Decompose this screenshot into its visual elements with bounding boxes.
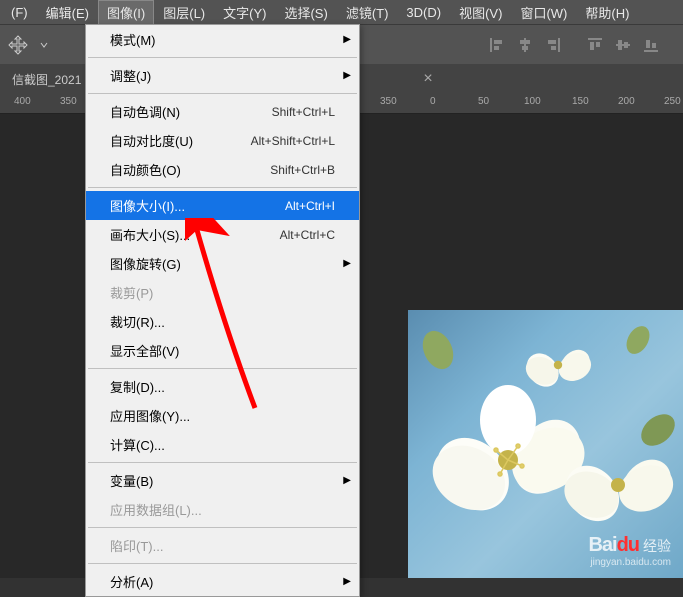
menu-item-label: 陷印(T)... [110,536,163,555]
menu-layer[interactable]: 图层(L) [154,0,214,25]
document-tab[interactable]: 信截图_2021 [0,64,93,94]
menu-item[interactable]: 变量(B) ▶ [86,466,359,495]
align-center-h-icon[interactable] [513,33,537,57]
menu-item[interactable]: 自动对比度(U) Alt+Shift+Ctrl+L [86,126,359,155]
menu-item[interactable]: 自动颜色(O) Shift+Ctrl+B [86,155,359,184]
submenu-arrow-icon: ▶ [343,475,351,486]
menu-item-label: 分析(A) [110,572,153,591]
menu-item: 应用数据组(L)... [86,495,359,524]
menu-shortcut: Alt+Ctrl+C [280,228,335,242]
menu-item-label: 画布大小(S)... [110,225,190,244]
menu-item-label: 图像大小(I)... [110,196,185,215]
menu-shortcut: Shift+Ctrl+B [270,163,335,177]
watermark: Baidu经验 jingyan.baidu.com [588,534,671,568]
menu-item-label: 自动色调(N) [110,102,180,121]
ruler-tick: 50 [478,96,489,107]
menu-separator [88,93,357,94]
align-center-v-icon[interactable] [611,33,635,57]
menu-window[interactable]: 窗口(W) [511,0,576,25]
menu-file[interactable]: (F) [2,2,37,23]
menu-item[interactable]: 调整(J) ▶ [86,61,359,90]
menu-shortcut: Alt+Ctrl+I [285,199,335,213]
watermark-logo: Bai [588,534,616,556]
menu-item[interactable]: 自动色调(N) Shift+Ctrl+L [86,97,359,126]
menu-text[interactable]: 文字(Y) [214,0,275,25]
menu-image[interactable]: 图像(I) [98,0,154,25]
menu-item-label: 调整(J) [110,66,151,85]
watermark-logo-accent: du [617,534,639,556]
ruler-tick: 400 [14,96,31,107]
menu-3d[interactable]: 3D(D) [397,2,450,23]
ruler-tick: 200 [618,96,635,107]
menu-item-label: 复制(D)... [110,377,165,396]
menu-separator [88,563,357,564]
menu-item: 裁剪(P) [86,278,359,307]
menu-item[interactable]: 应用图像(Y)... [86,401,359,430]
watermark-url: jingyan.baidu.com [588,557,671,568]
menu-item: 陷印(T)... [86,531,359,560]
menu-item-label: 裁切(R)... [110,312,165,331]
menu-edit[interactable]: 编辑(E) [37,0,98,25]
menu-shortcut: Shift+Ctrl+L [272,105,335,119]
menu-item-label: 自动对比度(U) [110,131,193,150]
menu-item-label: 自动颜色(O) [110,160,181,179]
menu-item-label: 应用图像(Y)... [110,406,190,425]
menu-separator [88,57,357,58]
menu-item-label: 计算(C)... [110,435,165,454]
menu-item-label: 变量(B) [110,471,153,490]
menu-item-label: 图像旋转(G) [110,254,181,273]
move-tool-icon[interactable] [4,31,32,59]
menu-item[interactable]: 分析(A)▶ [86,567,359,596]
ruler-tick: 350 [60,96,77,107]
menu-separator [88,462,357,463]
align-right-icon[interactable] [541,33,565,57]
menu-item[interactable]: 计算(C)... [86,430,359,459]
ruler-tick: 350 [380,96,397,107]
ruler-tick: 100 [524,96,541,107]
menu-item[interactable]: 画布大小(S)... Alt+Ctrl+C [86,220,359,249]
submenu-arrow-icon: ▶ [343,34,351,45]
menu-item-label: 显示全部(V) [110,341,179,360]
menu-item-label: 应用数据组(L)... [110,500,202,519]
watermark-text: 经验 [643,538,671,554]
menu-item[interactable]: 显示全部(V) [86,336,359,365]
menu-item[interactable]: 复制(D)... [86,372,359,401]
submenu-arrow-icon: ▶ [343,70,351,81]
menu-view[interactable]: 视图(V) [450,0,511,25]
align-left-icon[interactable] [485,33,509,57]
menu-item[interactable]: 图像大小(I)... Alt+Ctrl+I [86,191,359,220]
submenu-arrow-icon: ▶ [343,258,351,269]
image-menu-dropdown: 模式(M) ▶ 调整(J) ▶ 自动色调(N) Shift+Ctrl+L 自动对比度(U) A… [85,24,360,597]
close-tab-icon[interactable]: × [413,70,442,88]
menu-separator [88,527,357,528]
menu-filter[interactable]: 滤镜(T) [337,0,398,25]
menu-item[interactable]: 裁切(R)... [86,307,359,336]
ruler-tick: 150 [572,96,589,107]
menu-separator [88,187,357,188]
ruler-tick: 250 [664,96,681,107]
menu-item-label: 模式(M) [110,30,156,49]
ruler-tick: 0 [430,96,436,107]
align-top-icon[interactable] [583,33,607,57]
menu-help[interactable]: 帮助(H) [576,0,638,25]
menu-item[interactable]: 图像旋转(G) ▶ [86,249,359,278]
menu-item-label: 裁剪(P) [110,283,153,302]
menubar: (F) 编辑(E) 图像(I) 图层(L) 文字(Y) 选择(S) 滤镜(T) … [0,0,683,24]
menu-shortcut: Alt+Shift+Ctrl+L [251,134,335,148]
menu-item[interactable]: 模式(M) ▶ [86,25,359,54]
menu-separator [88,368,357,369]
chevron-down-icon[interactable] [38,31,50,59]
menu-select[interactable]: 选择(S) [275,0,336,25]
align-bottom-icon[interactable] [639,33,663,57]
